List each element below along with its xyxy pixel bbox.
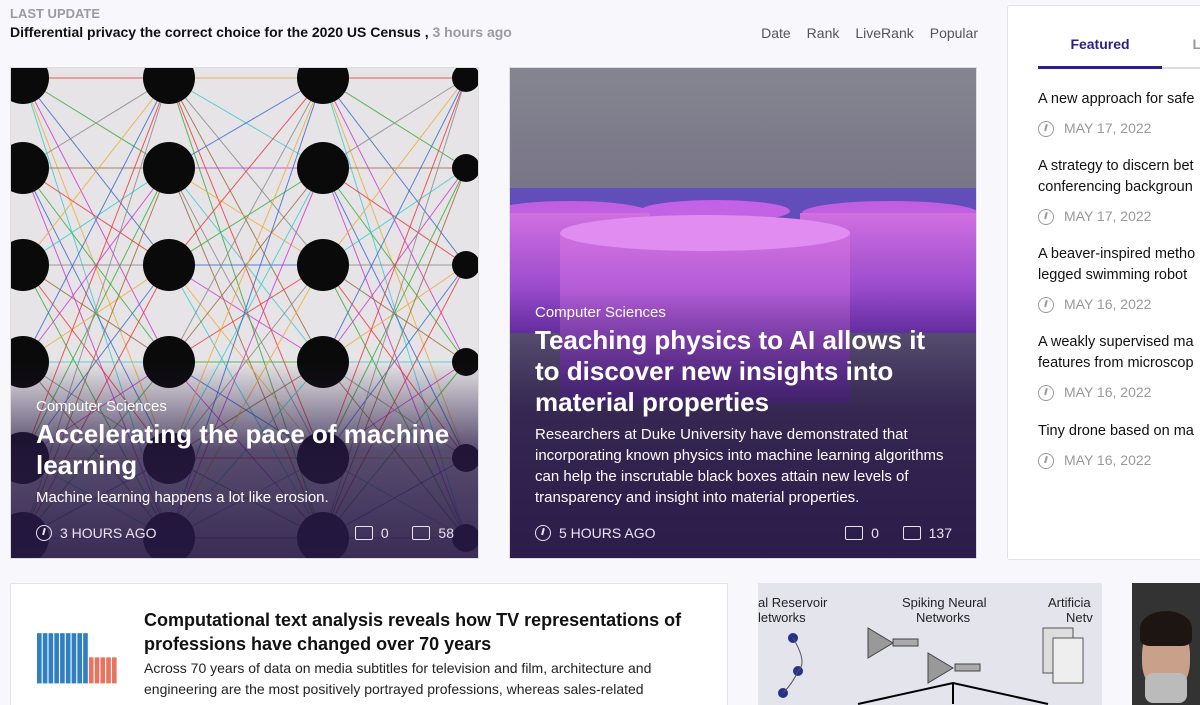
clock-icon: [1038, 208, 1054, 225]
separator: ,: [424, 24, 429, 40]
network-node: [11, 142, 49, 194]
tab-latest[interactable]: L: [1162, 36, 1200, 69]
bar-chart-thumbnail: [35, 622, 119, 702]
sort-liverank[interactable]: LiveRank: [855, 25, 913, 41]
network-node: [452, 154, 478, 182]
card-category[interactable]: Computer Sciences: [535, 304, 952, 321]
tab-featured[interactable]: Featured: [1038, 36, 1162, 69]
thumb-bar: [65, 633, 71, 684]
comment-count: 0: [871, 525, 879, 541]
sidebar-article-date: MAY 17, 2022: [1064, 208, 1152, 224]
comment-count: 0: [380, 525, 389, 541]
card-description: Machine learning happens a lot like eros…: [36, 489, 329, 506]
card-description: Researchers at Duke University have demo…: [535, 426, 944, 506]
network-node: [452, 68, 478, 92]
network-node: [143, 142, 195, 194]
last-update-headline[interactable]: Differential privacy the correct choice …: [10, 24, 512, 40]
thumb-bar: [48, 633, 54, 684]
share-count: 137: [928, 525, 952, 541]
network-node: [143, 68, 195, 104]
network-node: [143, 239, 195, 291]
diagram-drawing: [778, 627, 1084, 705]
share-icon: [902, 526, 921, 540]
thumb-bar: [106, 657, 111, 684]
sort-links: Date Rank LiveRank Popular: [761, 25, 978, 41]
sidebar-article-title[interactable]: features from microscop: [1038, 353, 1200, 374]
thumb-bar: [88, 657, 94, 684]
clock-icon: [535, 525, 551, 541]
network-node: [297, 239, 349, 291]
thumb-bar: [54, 633, 59, 684]
sort-date[interactable]: Date: [761, 25, 791, 41]
sidebar-article-date: MAY 16, 2022: [1064, 452, 1152, 468]
sidebar-article[interactable]: A strategy to discern bet conferencing ba…: [1038, 156, 1200, 227]
thumb-bar: [77, 633, 83, 684]
sidebar-article[interactable]: A new approach for safe MAY 17, 2022: [1038, 89, 1200, 139]
network-node: [297, 68, 349, 104]
comment-icon: [845, 526, 864, 540]
sidebar-article-title[interactable]: A weakly supervised ma: [1038, 332, 1200, 353]
card-title[interactable]: Accelerating the pace of machine learnin…: [36, 419, 454, 481]
sort-popular[interactable]: Popular: [930, 25, 978, 41]
sort-rank[interactable]: Rank: [807, 25, 840, 41]
sidebar-article-title[interactable]: A new approach for safe: [1038, 89, 1200, 110]
network-node: [297, 142, 349, 194]
clock-icon: [36, 525, 52, 541]
sidebar-article-date: MAY 17, 2022: [1064, 120, 1152, 136]
clock-icon: [1038, 120, 1054, 137]
thumb-bar: [83, 633, 88, 684]
article-description: Across 70 years of data on media subtitl…: [144, 660, 652, 697]
sidebar-article-title[interactable]: legged swimming robot: [1038, 265, 1200, 286]
network-node: [11, 239, 49, 291]
card-title[interactable]: Teaching physics to AI allows it to disc…: [535, 325, 952, 418]
sidebar-panel: Featured L A new approach for safe MAY 17…: [1007, 5, 1200, 560]
sidebar-article-title[interactable]: conferencing backgroun: [1038, 177, 1200, 198]
neural-networks-diagram-image[interactable]: al Reservoir letworks Spiking Neural Net…: [758, 583, 1102, 705]
sidebar-article[interactable]: Tiny drone based on ma MAY 16, 2022: [1038, 421, 1200, 471]
thumb-bar: [111, 657, 117, 684]
sidebar-article-title[interactable]: A strategy to discern bet: [1038, 156, 1200, 177]
thumb-bar: [37, 633, 42, 684]
sidebar-article[interactable]: A beaver-inspired metho legged swimming r…: [1038, 244, 1200, 315]
network-node: [452, 251, 478, 279]
last-update-time: 3 hours ago: [432, 24, 512, 40]
featured-card-1[interactable]: Computer Sciences Accelerating the pace …: [10, 67, 479, 559]
article-card[interactable]: Computational text analysis reveals how …: [10, 583, 728, 705]
card-category[interactable]: Computer Sciences: [36, 398, 454, 415]
card-time: 3 HOURS AGO: [60, 525, 157, 541]
sidebar-article[interactable]: A weakly supervised ma features from micr…: [1038, 332, 1200, 403]
sidebar-article-date: MAY 16, 2022: [1064, 384, 1152, 400]
comment-icon: [354, 526, 373, 540]
sidebar-article-title[interactable]: Tiny drone based on ma: [1038, 421, 1200, 442]
thumb-bar: [42, 633, 48, 684]
network-node: [11, 68, 49, 104]
sidebar-article-date: MAY 16, 2022: [1064, 296, 1152, 312]
clock-icon: [1038, 452, 1054, 469]
clock-icon: [1038, 296, 1054, 313]
thumb-bar: [60, 633, 65, 684]
share-count: 58: [438, 525, 454, 541]
clock-icon: [1038, 384, 1054, 401]
article-title[interactable]: Computational text analysis reveals how …: [144, 608, 724, 656]
thumb-bar: [100, 657, 106, 684]
thumb-bar: [94, 657, 100, 684]
person-photo[interactable]: [1132, 583, 1200, 705]
last-update-label: LAST UPDATE: [10, 6, 101, 21]
share-icon: [412, 526, 431, 540]
card-time: 5 HOURS AGO: [559, 525, 656, 541]
featured-card-2[interactable]: Computer Sciences Teaching physics to AI…: [509, 67, 977, 559]
headline-link[interactable]: Differential privacy the correct choice …: [10, 24, 421, 40]
sidebar-article-title[interactable]: A beaver-inspired metho: [1038, 244, 1200, 265]
thumb-bar: [71, 633, 77, 684]
